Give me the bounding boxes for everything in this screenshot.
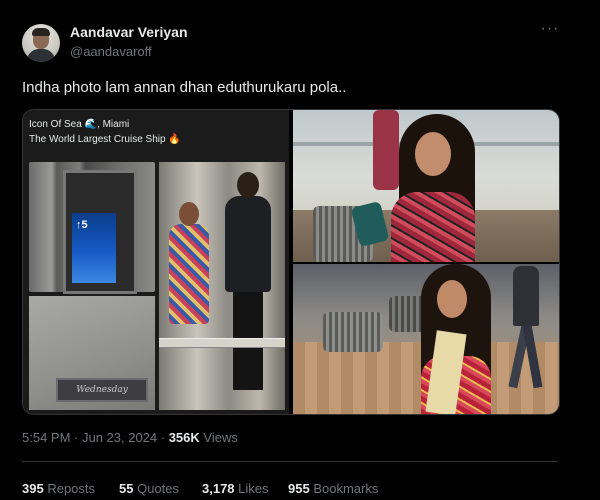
media-photo-lounge[interactable] (293, 264, 559, 414)
user-handle[interactable]: @aandavaroff (70, 44, 152, 59)
lounge-chair (323, 312, 383, 352)
man-shirt (225, 196, 271, 292)
tweet-timestamp: 5:54 PM · Jun 23, 2024 · 356K Views (22, 430, 238, 445)
tweet: Aandavar Veriyan @aandavaroff ··· Indha … (0, 0, 600, 500)
woman-face (415, 132, 451, 176)
caption-text: The World Largest Cruise Ship (29, 134, 166, 145)
avatar-body (27, 49, 55, 62)
divider (22, 461, 558, 462)
media-photo-deck[interactable] (293, 110, 559, 262)
woman-face (437, 280, 467, 318)
tweet-time[interactable]: 5:54 PM · Jun 23, 2024 · (22, 430, 169, 445)
woman-figure (165, 202, 213, 342)
handrail (159, 338, 285, 348)
avatar[interactable] (22, 24, 60, 62)
caption-text-post: , Miami (97, 119, 130, 130)
more-options-icon[interactable]: ··· (540, 21, 560, 42)
woman-head (179, 202, 199, 226)
floor-photo: Wednesday (29, 296, 155, 410)
avatar-hair (32, 28, 50, 36)
bookmarks-stat[interactable]: 955 Bookmarks (288, 481, 378, 496)
likes-stat[interactable]: 3,178 Likes (202, 481, 269, 496)
media-grid: Icon Of Sea 🌊, Miami The World Largest C… (22, 109, 560, 415)
bookmarks-label: Bookmarks (313, 481, 379, 496)
views-label: Views (199, 430, 238, 445)
elevator-door-frame: ↑5 (63, 170, 137, 294)
reposts-stat[interactable]: 395 Reposts (22, 481, 95, 496)
elevator-screen: ↑5 (72, 213, 116, 283)
quotes-label: Quotes (137, 481, 180, 496)
woman-top (391, 192, 475, 262)
media-caption-line2: The World Largest Cruise Ship 🔥 (29, 134, 181, 145)
elevator-photo: ↑5 (29, 162, 155, 294)
wave-icon: 🌊 (84, 119, 98, 130)
couple-elevator-photo (159, 162, 285, 410)
woman-dress (169, 224, 209, 324)
elevator-floor-indicator: ↑5 (76, 219, 88, 231)
media-photo-collage[interactable]: Icon Of Sea 🌊, Miami The World Largest C… (23, 110, 289, 414)
display-name[interactable]: Aandavar Veriyan (70, 24, 188, 40)
walking-person (508, 266, 543, 392)
likes-label: Likes (238, 481, 269, 496)
walker-top (513, 266, 539, 326)
fire-icon: 🔥 (168, 134, 181, 145)
man-figure (221, 172, 273, 402)
views-count: 356K (168, 430, 200, 445)
media-caption-line1: Icon Of Sea 🌊, Miami (29, 119, 129, 130)
floor-mat: Wednesday (56, 378, 148, 402)
background-person (373, 110, 399, 190)
caption-text-pre: Icon Of Sea (29, 119, 82, 130)
bookmarks-count: 955 (288, 481, 310, 496)
reposts-label: Reposts (47, 481, 96, 496)
reposts-count: 395 (22, 481, 44, 496)
man-head (237, 172, 259, 198)
likes-count: 3,178 (202, 481, 235, 496)
quotes-count: 55 (119, 481, 134, 496)
quotes-stat[interactable]: 55 Quotes (119, 481, 179, 496)
tweet-text: Indha photo lam annan dhan eduthurukaru … (22, 79, 347, 96)
